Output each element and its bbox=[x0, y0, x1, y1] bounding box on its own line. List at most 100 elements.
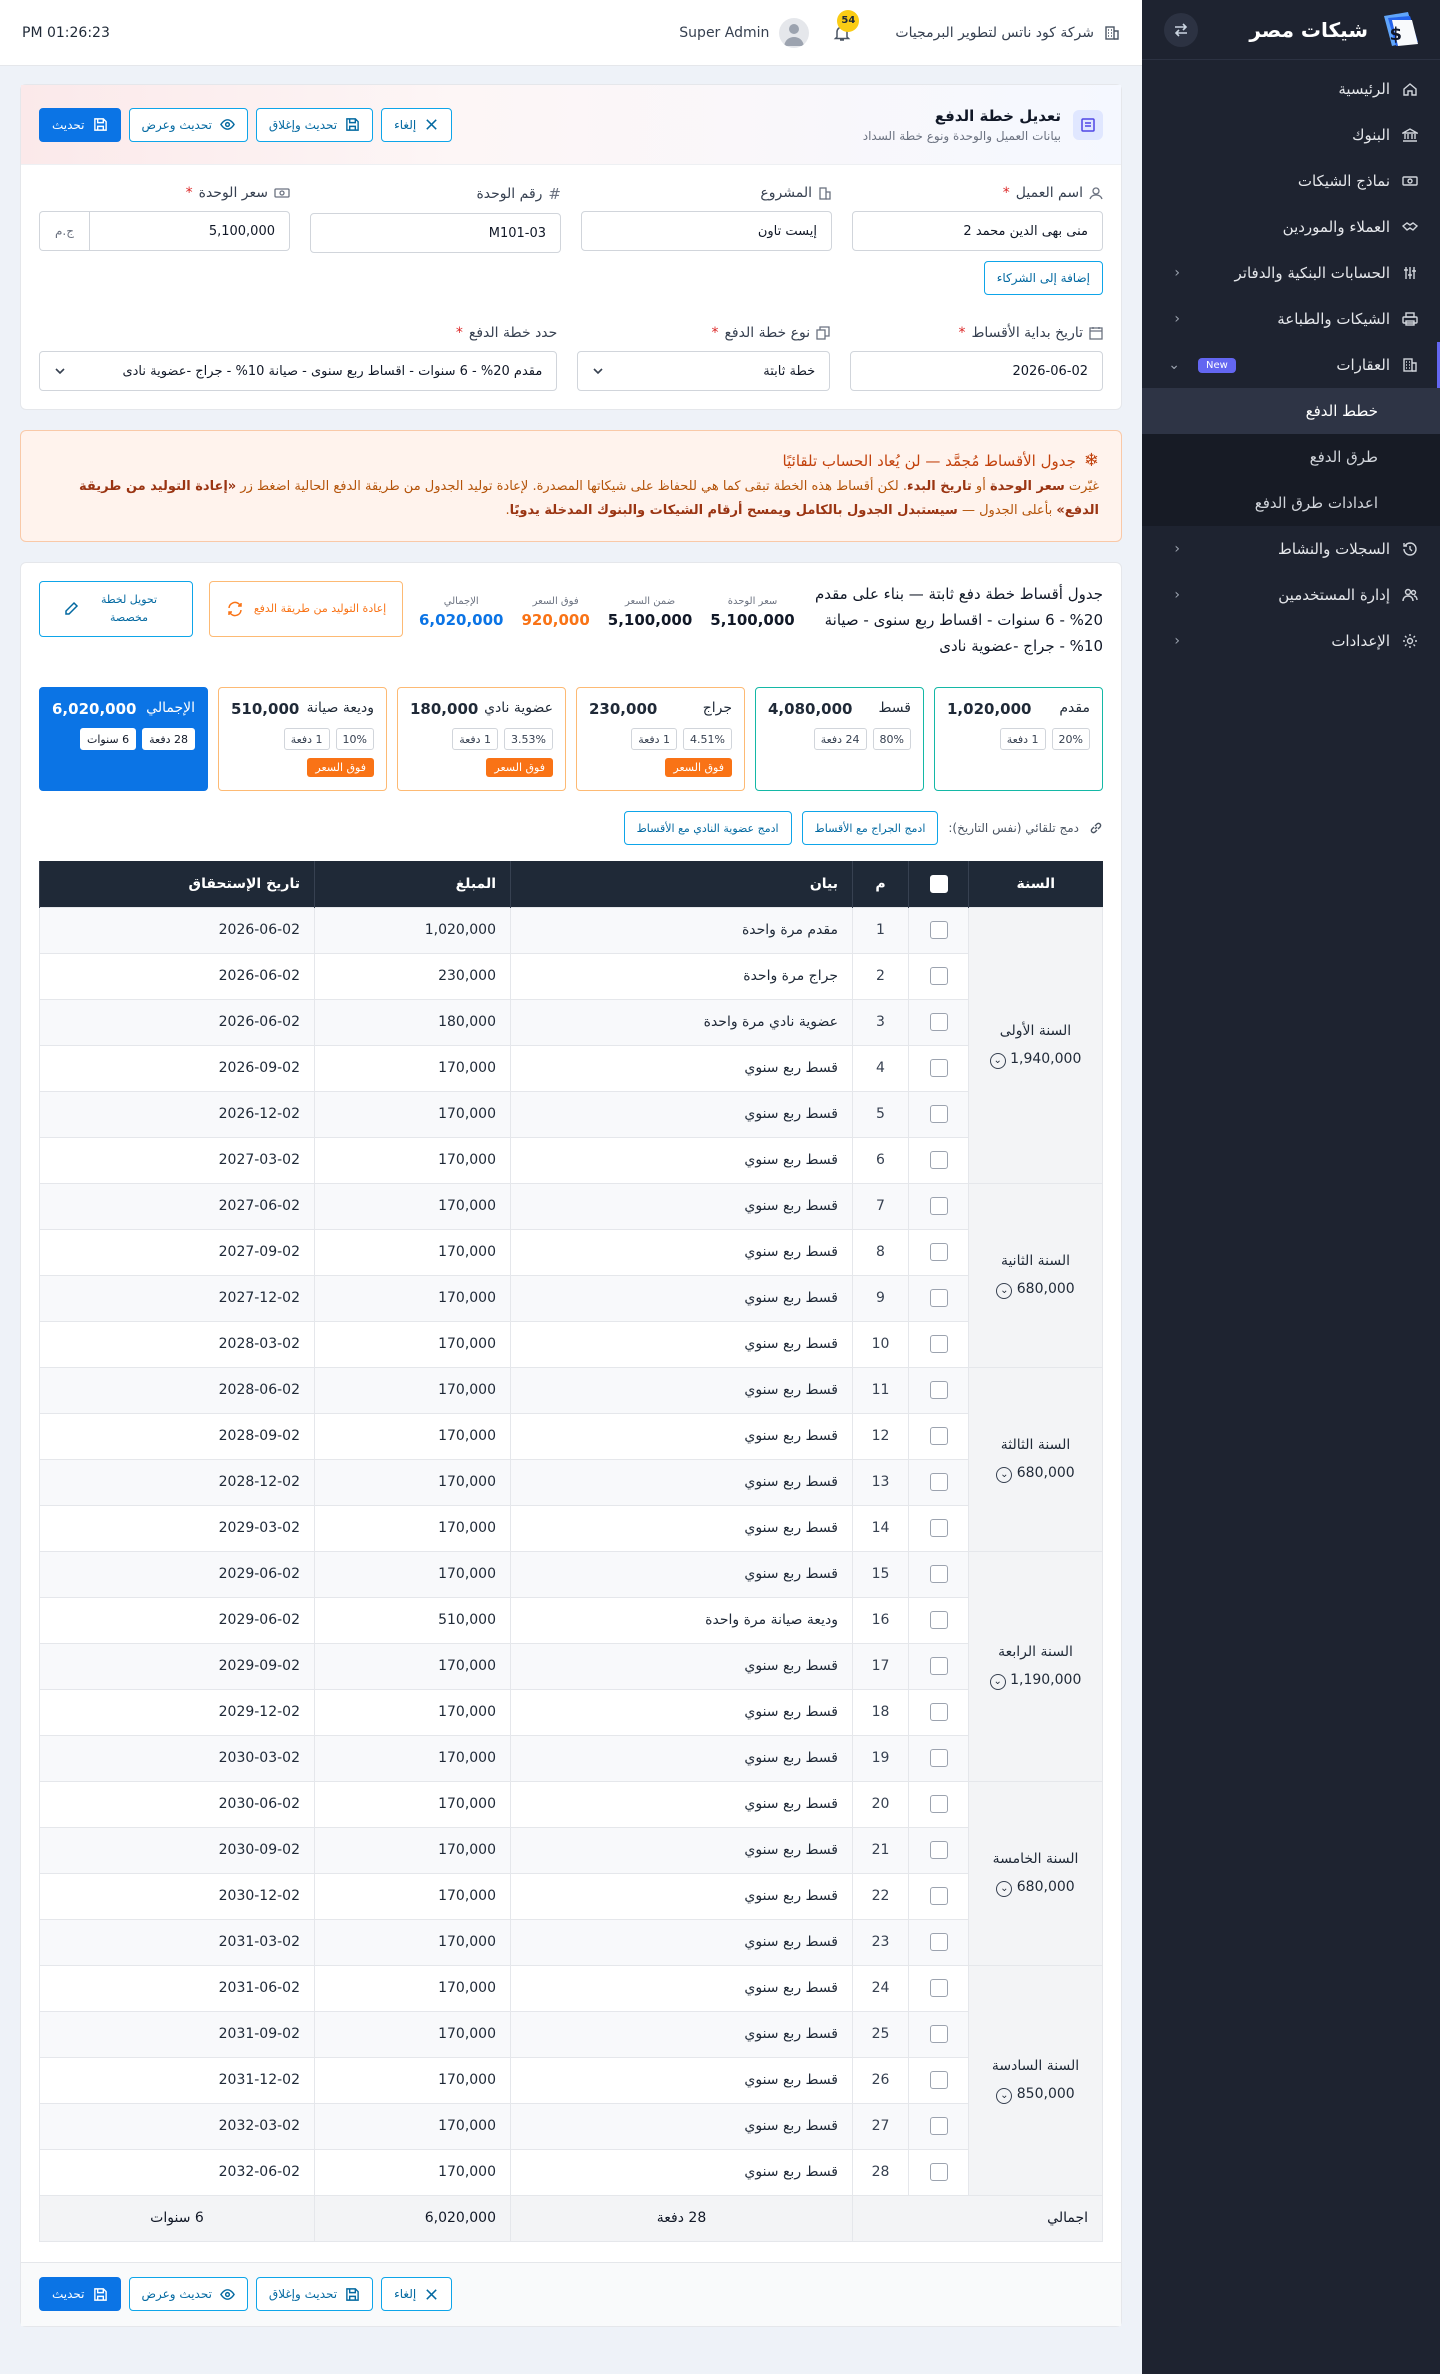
row-due-date[interactable]: 2026-06-02 bbox=[39, 998, 315, 1046]
cancel-button-bottom[interactable]: إلغاء bbox=[381, 2277, 453, 2311]
row-checkbox[interactable] bbox=[929, 2117, 948, 2135]
row-amount[interactable]: 170,000 bbox=[314, 1780, 511, 1828]
row-checkbox[interactable] bbox=[929, 2163, 948, 2181]
row-amount[interactable]: 170,000 bbox=[314, 1826, 511, 1874]
row-amount[interactable]: 170,000 bbox=[314, 1044, 511, 1092]
row-checkbox[interactable] bbox=[929, 1013, 948, 1031]
year-group-cell[interactable]: السنة الثانية 680,000 ⌄ bbox=[968, 1182, 1103, 1368]
row-amount[interactable]: 170,000 bbox=[314, 1366, 511, 1414]
unit-price-input[interactable]: 5,100,000 bbox=[89, 211, 290, 251]
row-amount[interactable]: 170,000 bbox=[314, 1504, 511, 1552]
row-due-date[interactable]: 2030-09-02 bbox=[39, 1826, 315, 1874]
merge-garage-button[interactable]: ادمج الجراج مع الأقساط bbox=[801, 811, 939, 845]
row-amount[interactable]: 1,020,000 bbox=[314, 906, 511, 954]
year-group-cell[interactable]: السنة الرابعة 1,190,000 ⌄ bbox=[968, 1550, 1103, 1782]
row-checkbox[interactable] bbox=[929, 1427, 948, 1445]
row-due-date[interactable]: 2026-06-02 bbox=[39, 906, 315, 954]
row-amount[interactable]: 170,000 bbox=[314, 2148, 511, 2196]
update-view-button-bottom[interactable]: تحديث وعرض bbox=[128, 2277, 248, 2311]
company-name[interactable]: شركة كود ناتس لتطوير البرمجيات bbox=[895, 25, 1094, 41]
update-button[interactable]: تحديث bbox=[39, 107, 121, 142]
user-name[interactable]: Super Admin bbox=[679, 25, 769, 41]
update-close-button-bottom[interactable]: تحديث وإغلاق bbox=[255, 2277, 374, 2311]
row-due-date[interactable]: 2028-09-02 bbox=[39, 1412, 315, 1460]
row-due-date[interactable]: 2030-12-02 bbox=[39, 1872, 315, 1920]
row-checkbox[interactable] bbox=[929, 1197, 948, 1215]
row-amount[interactable]: 170,000 bbox=[314, 1090, 511, 1138]
project-input[interactable]: إيست تاون bbox=[581, 211, 832, 251]
row-checkbox[interactable] bbox=[929, 1289, 948, 1307]
row-checkbox[interactable] bbox=[929, 2025, 948, 2043]
row-amount[interactable]: 170,000 bbox=[314, 1182, 511, 1230]
row-amount[interactable]: 170,000 bbox=[314, 1136, 511, 1184]
row-amount[interactable]: 170,000 bbox=[314, 1320, 511, 1368]
row-checkbox[interactable] bbox=[929, 1749, 948, 1767]
year-group-cell[interactable]: السنة الأولى 1,940,000 ⌄ bbox=[968, 906, 1103, 1184]
brand[interactable]: $ شيكات مصر bbox=[1249, 10, 1422, 50]
select-all-checkbox[interactable] bbox=[929, 874, 948, 893]
chevron-down-circle-icon[interactable]: ⌄ bbox=[996, 1283, 1013, 1299]
plan-select[interactable]: مقدم 20% - 6 سنوات - اقساط ربع سنوى - صي… bbox=[38, 351, 558, 391]
sidebar-item-1[interactable]: البنوك bbox=[1142, 112, 1440, 158]
year-group-cell[interactable]: السنة السادسة 850,000 ⌄ bbox=[968, 1964, 1103, 2196]
row-amount[interactable]: 170,000 bbox=[314, 1872, 511, 1920]
row-amount[interactable]: 170,000 bbox=[314, 1228, 511, 1276]
row-amount[interactable]: 170,000 bbox=[314, 1642, 511, 1690]
sidebar-item-6[interactable]: العقارات New ⌄ bbox=[1142, 342, 1440, 388]
row-due-date[interactable]: 2031-06-02 bbox=[39, 1964, 315, 2012]
update-close-button[interactable]: تحديث وإغلاق bbox=[255, 107, 374, 142]
row-checkbox[interactable] bbox=[929, 1703, 948, 1721]
row-amount[interactable]: 170,000 bbox=[314, 1550, 511, 1598]
start-date-input[interactable]: 2026-06-02 bbox=[850, 351, 1103, 391]
row-checkbox[interactable] bbox=[929, 1841, 948, 1859]
row-due-date[interactable]: 2029-06-02 bbox=[39, 1596, 315, 1644]
merge-club-button[interactable]: ادمج عضوية النادي مع الأقساط bbox=[623, 811, 792, 845]
row-due-date[interactable]: 2026-09-02 bbox=[39, 1044, 315, 1092]
row-due-date[interactable]: 2029-12-02 bbox=[39, 1688, 315, 1736]
row-amount[interactable]: 170,000 bbox=[314, 1274, 511, 1322]
row-checkbox[interactable] bbox=[929, 1519, 948, 1537]
row-due-date[interactable]: 2032-03-02 bbox=[39, 2102, 315, 2150]
row-due-date[interactable]: 2030-06-02 bbox=[39, 1780, 315, 1828]
chevron-down-circle-icon[interactable]: ⌄ bbox=[996, 1881, 1013, 1897]
row-due-date[interactable]: 2031-12-02 bbox=[39, 2056, 315, 2104]
sidebar-item-0[interactable]: الرئيسية bbox=[1142, 66, 1440, 112]
chevron-down-circle-icon[interactable]: ⌄ bbox=[996, 1467, 1013, 1483]
add-partners-button[interactable]: إضافة إلى الشركاء bbox=[983, 261, 1103, 295]
row-due-date[interactable]: 2029-09-02 bbox=[39, 1642, 315, 1690]
row-due-date[interactable]: 2031-09-02 bbox=[39, 2010, 315, 2058]
update-view-button[interactable]: تحديث وعرض bbox=[128, 107, 248, 142]
row-checkbox[interactable] bbox=[929, 2071, 948, 2089]
row-amount[interactable]: 170,000 bbox=[314, 1458, 511, 1506]
row-due-date[interactable]: 2029-03-02 bbox=[39, 1504, 315, 1552]
row-due-date[interactable]: 2029-06-02 bbox=[39, 1550, 315, 1598]
row-checkbox[interactable] bbox=[929, 967, 948, 985]
unit-number-input[interactable]: M101-03 bbox=[310, 213, 561, 253]
update-button-bottom[interactable]: تحديث bbox=[39, 2277, 121, 2311]
row-due-date[interactable]: 2027-03-02 bbox=[39, 1136, 315, 1184]
row-checkbox[interactable] bbox=[929, 1611, 948, 1629]
row-due-date[interactable]: 2032-06-02 bbox=[39, 2148, 315, 2196]
row-due-date[interactable]: 2026-06-02 bbox=[39, 952, 315, 1000]
convert-custom-button[interactable]: تحويل لخطة مخصصة bbox=[39, 581, 193, 637]
chevron-down-circle-icon[interactable]: ⌄ bbox=[989, 1053, 1006, 1069]
row-amount[interactable]: 170,000 bbox=[314, 1412, 511, 1460]
row-checkbox[interactable] bbox=[929, 1473, 948, 1491]
row-checkbox[interactable] bbox=[929, 1243, 948, 1261]
row-amount[interactable]: 170,000 bbox=[314, 1964, 511, 2012]
row-amount[interactable]: 170,000 bbox=[314, 1688, 511, 1736]
row-amount[interactable]: 510,000 bbox=[314, 1596, 511, 1644]
plan-type-select[interactable]: خطة ثابتة bbox=[577, 351, 831, 391]
regenerate-button[interactable]: إعادة التوليد من طريقة الدفع bbox=[209, 581, 403, 637]
row-amount[interactable]: 180,000 bbox=[314, 998, 511, 1046]
row-checkbox[interactable] bbox=[929, 1565, 948, 1583]
sidebar-subitem-1[interactable]: طرق الدفع bbox=[1142, 434, 1440, 480]
row-checkbox[interactable] bbox=[929, 1795, 948, 1813]
row-due-date[interactable]: 2030-03-02 bbox=[39, 1734, 315, 1782]
row-checkbox[interactable] bbox=[929, 1335, 948, 1353]
row-checkbox[interactable] bbox=[929, 1105, 948, 1123]
row-checkbox[interactable] bbox=[929, 1657, 948, 1675]
client-input[interactable]: منى بهى الدين محمد 2 bbox=[852, 211, 1103, 251]
year-group-cell[interactable]: السنة الخامسة 680,000 ⌄ bbox=[968, 1780, 1103, 1966]
row-due-date[interactable]: 2031-03-02 bbox=[39, 1918, 315, 1966]
